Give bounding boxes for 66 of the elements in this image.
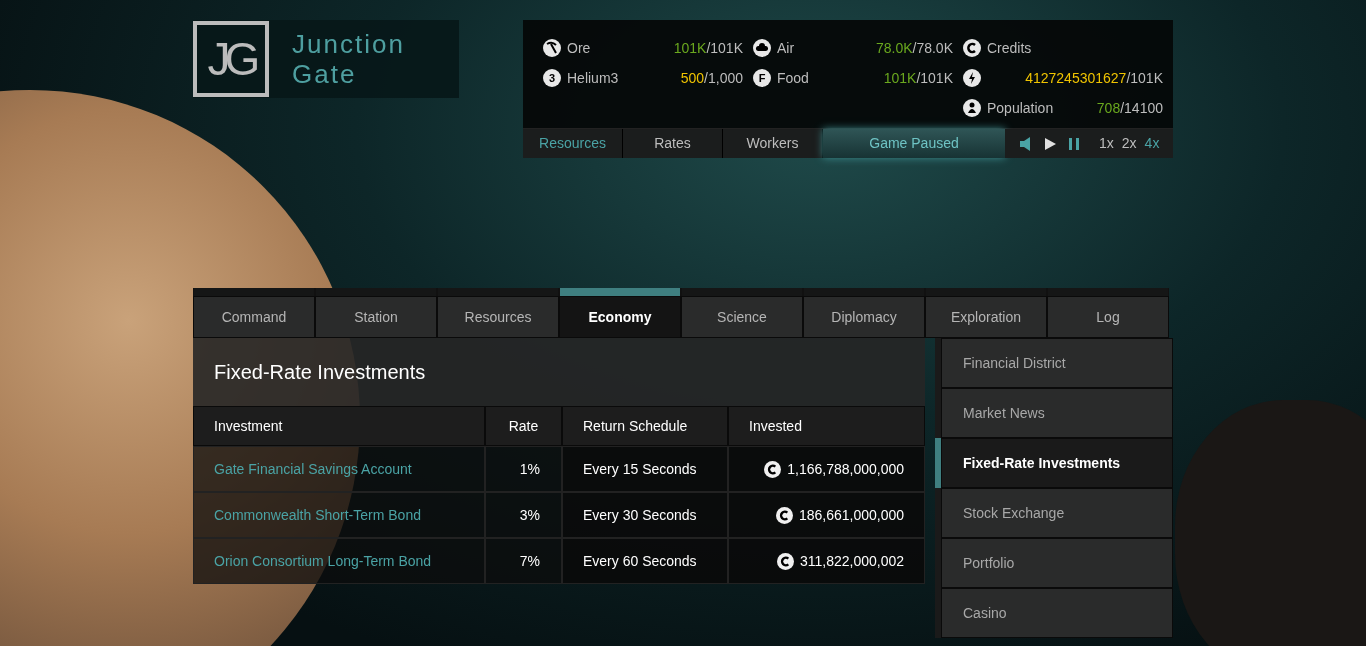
table-cell: Every 15 Seconds [562, 446, 728, 492]
column-header: Rate [485, 406, 562, 446]
resource-value: 500/1,000 [680, 68, 743, 88]
main-tab[interactable]: Economy [559, 296, 681, 338]
letter-icon: 3 [543, 69, 561, 87]
sidebar-item[interactable]: Casino [941, 588, 1173, 638]
pause-icon[interactable] [1067, 136, 1081, 151]
sidebar-item[interactable]: Portfolio [941, 538, 1173, 588]
resource-value: 101K/101K [883, 68, 953, 88]
table-cell: 1% [485, 446, 562, 492]
investment-link[interactable]: Gate Financial Savings Account [193, 446, 485, 492]
resource-name: Ore [567, 38, 591, 58]
credit-coin-icon [775, 506, 793, 524]
sidebar-item[interactable]: Financial District [941, 338, 1173, 388]
credit-coin-icon [764, 460, 782, 478]
resource-name: Food [777, 68, 809, 88]
resource-value: 708/14100 [1096, 98, 1163, 118]
logo-title: Gate [292, 59, 358, 89]
investment-link[interactable]: Commonwealth Short-Term Bond [193, 492, 485, 538]
resource-name: Credits [987, 38, 1032, 58]
table-cell: 7% [485, 538, 562, 584]
main-tab[interactable]: Station [315, 296, 437, 338]
logo-title: Junction [292, 29, 405, 59]
invested-amount: 186,661,000,000 [798, 505, 904, 525]
resource-value: 4127245301627/101K [1025, 68, 1163, 88]
speed-button[interactable]: 2x [1121, 133, 1137, 154]
resource-tab[interactable]: Resources [523, 129, 623, 158]
credit-coin-icon [776, 552, 794, 570]
investment-link[interactable]: Orion Consortium Long-Term Bond [193, 538, 485, 584]
sidebar-item[interactable]: Fixed-Rate Investments [941, 438, 1173, 488]
game-status: Game Paused [823, 129, 1005, 158]
invested-amount: 1,166,788,000,000 [787, 459, 904, 479]
resource-value: 78.0K/78.0K [875, 38, 953, 58]
pickaxe-icon [543, 39, 561, 57]
table-cell: Every 60 Seconds [562, 538, 728, 584]
resource-tab[interactable]: Rates [623, 129, 723, 158]
play-icon[interactable] [1043, 136, 1057, 151]
main-tab[interactable]: Diplomacy [803, 296, 925, 338]
credit-coin-icon [963, 39, 981, 57]
lightning-bolt-icon [963, 69, 981, 87]
main-tab[interactable]: Log [1047, 296, 1169, 338]
table-cell: 3% [485, 492, 562, 538]
cloud-icon [753, 39, 771, 57]
column-header: Return Schedule [562, 406, 728, 446]
main-tab[interactable]: Science [681, 296, 803, 338]
logo-mark: JG [193, 21, 269, 97]
invested-amount: 311,822,000,002 [799, 551, 904, 571]
speaker-icon[interactable] [1019, 135, 1033, 152]
speed-button[interactable]: 1x [1099, 133, 1114, 154]
resource-name: Helium3 [567, 68, 619, 88]
resource-name: Air [777, 38, 795, 58]
resource-value: 101K/101K [673, 38, 743, 58]
column-header: Invested [728, 406, 925, 446]
section-title: Fixed-Rate Investments [214, 360, 426, 385]
main-tab[interactable]: Resources [437, 296, 559, 338]
main-tab[interactable]: Command [193, 296, 315, 338]
resource-tab[interactable]: Workers [723, 129, 823, 158]
letter-icon: F [753, 69, 771, 87]
table-cell: Every 30 Seconds [562, 492, 728, 538]
main-tab[interactable]: Exploration [925, 296, 1047, 338]
person-icon [963, 99, 981, 117]
speed-button[interactable]: 4x [1144, 133, 1160, 154]
resource-name: Population [987, 98, 1054, 118]
sidebar-item[interactable]: Market News [941, 388, 1173, 438]
column-header: Investment [193, 406, 485, 446]
sidebar-item[interactable]: Stock Exchange [941, 488, 1173, 538]
